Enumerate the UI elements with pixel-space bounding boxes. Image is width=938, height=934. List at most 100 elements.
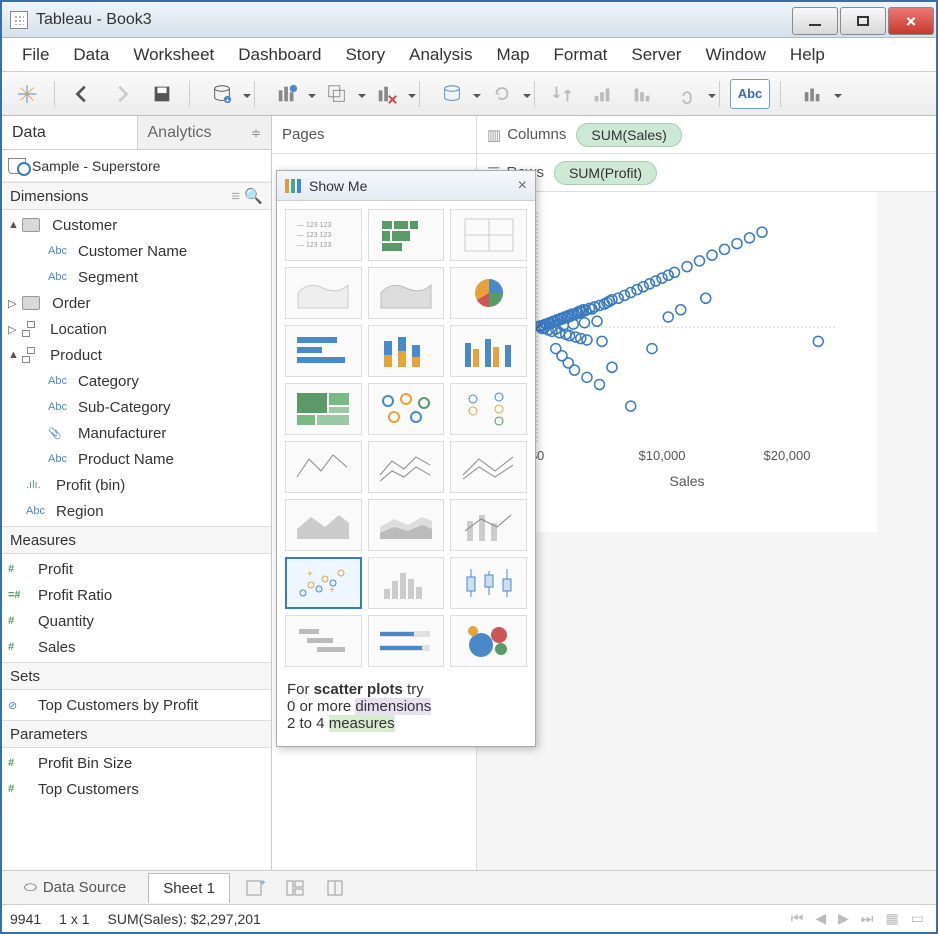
datasource-tab[interactable]: ⬭Data Source [10,873,140,902]
viz-packed-bubbles[interactable] [450,615,527,667]
scatter-chart[interactable]: -$5,000$0$5,000$0$10,000$20,000SalesProf… [477,192,877,532]
rows-shelf[interactable]: ☰Rows SUM(Profit) [477,154,936,192]
viz-treemap[interactable] [285,383,362,435]
menu-map[interactable]: Map [484,41,541,69]
menu-worksheet[interactable]: Worksheet [121,41,226,69]
param-profit-bin-size[interactable]: #Profit Bin Size [2,750,271,776]
menu-dashboard[interactable]: Dashboard [226,41,333,69]
parameters-header: Parameters [2,720,271,748]
tab-data[interactable]: Data [2,116,137,149]
maximize-button[interactable] [840,7,886,35]
dim-location[interactable]: ▷ Location [2,316,271,342]
dim-order-folder[interactable]: ▷ Order [2,290,271,316]
menu-format[interactable]: Format [542,41,620,69]
viz-filled-map[interactable] [368,267,445,319]
dim-category[interactable]: AbcCategory [2,368,271,394]
viz-hbar[interactable] [285,325,362,377]
new-story-tab[interactable] [320,876,350,900]
dim-manufacturer[interactable]: 📎Manufacturer [2,420,271,446]
viz-dual-combo[interactable] [450,499,527,551]
close-button[interactable]: × [888,7,934,35]
menu-file[interactable]: File [10,41,61,69]
pages-shelf[interactable]: Pages [272,116,476,154]
new-worksheet-tab[interactable]: + [240,876,270,900]
viz-side-by-side-bar[interactable] [450,325,527,377]
menu-server[interactable]: Server [619,41,693,69]
showme-header[interactable]: Show Me × [277,171,535,201]
showme-close-button[interactable]: × [518,177,527,195]
viz-area-continuous[interactable] [285,499,362,551]
filmstrip-button[interactable]: ▭ [907,910,928,927]
new-datasource-button[interactable]: + [200,79,244,109]
columns-shelf[interactable]: ▥Columns SUM(Sales) [477,116,936,154]
grid-view-button[interactable]: ▦ [882,910,903,927]
viz-side-circles[interactable] [450,383,527,435]
last-button[interactable]: ⏭ [857,910,878,927]
param-top-customers[interactable]: #Top Customers [2,776,271,802]
save-button[interactable] [145,79,179,109]
swap-button[interactable] [545,79,579,109]
dim-product[interactable]: ▲ Product [2,342,271,368]
measure-profit-ratio[interactable]: =#Profit Ratio [2,582,271,608]
dim-subcategory[interactable]: AbcSub-Category [2,394,271,420]
logo-icon[interactable] [10,79,44,109]
columns-pill[interactable]: SUM(Sales) [576,123,681,147]
columns-icon: ▥ [487,126,501,144]
svg-text:$10,000: $10,000 [639,448,686,463]
clear-button[interactable] [365,79,409,109]
cylinder-icon: ⬭ [24,879,37,896]
menu-help[interactable]: Help [778,41,837,69]
sheet1-tab[interactable]: Sheet 1 [148,873,230,903]
next-button[interactable]: ▶ [834,910,853,927]
prev-button[interactable]: ◀ [811,910,830,927]
dim-segment[interactable]: AbcSegment [2,264,271,290]
viz-circle-views[interactable] [368,383,445,435]
viz-pie[interactable] [450,267,527,319]
dim-customer-folder[interactable]: ▲ Customer [2,212,271,238]
viz-histogram[interactable] [368,557,445,609]
forward-button[interactable] [105,79,139,109]
duplicate-button[interactable] [315,79,359,109]
sort-desc-button[interactable] [625,79,659,109]
rows-pill[interactable]: SUM(Profit) [554,161,657,185]
viz-boxplot[interactable] [450,557,527,609]
viz-text-table[interactable]: — 123 123— 123 123— 123 123 [285,209,362,261]
viz-line-continuous[interactable] [285,441,362,493]
dim-profit-bin[interactable]: .ılı.Profit (bin) [2,472,271,498]
measure-profit[interactable]: #Profit [2,556,271,582]
dim-region[interactable]: AbcRegion [2,498,271,524]
new-dashboard-tab[interactable] [280,876,310,900]
showme-button[interactable] [791,79,835,109]
viz-scatter[interactable]: ++ [285,557,362,609]
set-top-customers[interactable]: ⊘Top Customers by Profit [2,692,271,718]
viz-highlight-table[interactable] [450,209,527,261]
viz-line-discrete[interactable] [368,441,445,493]
sort-asc-button[interactable] [585,79,619,109]
list-icon[interactable]: ≡ 🔍 [231,187,263,205]
viz-dual-line[interactable] [450,441,527,493]
new-worksheet-button[interactable] [265,79,309,109]
tab-analytics[interactable]: Analytics≑ [137,116,272,149]
measure-sales[interactable]: #Sales [2,634,271,660]
measure-quantity[interactable]: #Quantity [2,608,271,634]
dim-customer-name[interactable]: AbcCustomer Name [2,238,271,264]
menu-data[interactable]: Data [61,41,121,69]
dim-product-name[interactable]: AbcProduct Name [2,446,271,472]
refresh-button[interactable] [480,79,524,109]
viz-heatmap[interactable] [368,209,445,261]
labels-button[interactable]: Abc [730,79,770,109]
viz-symbol-map[interactable] [285,267,362,319]
first-button[interactable]: ⏮ [787,910,808,927]
back-button[interactable] [65,79,99,109]
viz-area-discrete[interactable] [368,499,445,551]
menu-story[interactable]: Story [333,41,397,69]
datasource-row[interactable]: Sample - Superstore [2,150,271,182]
viz-bullet[interactable] [368,615,445,667]
menu-window[interactable]: Window [693,41,777,69]
menu-analysis[interactable]: Analysis [397,41,484,69]
attach-button[interactable] [665,79,709,109]
viz-stacked-bar[interactable] [368,325,445,377]
viz-gantt[interactable] [285,615,362,667]
minimize-button[interactable] [792,7,838,35]
auto-update-button[interactable] [430,79,474,109]
